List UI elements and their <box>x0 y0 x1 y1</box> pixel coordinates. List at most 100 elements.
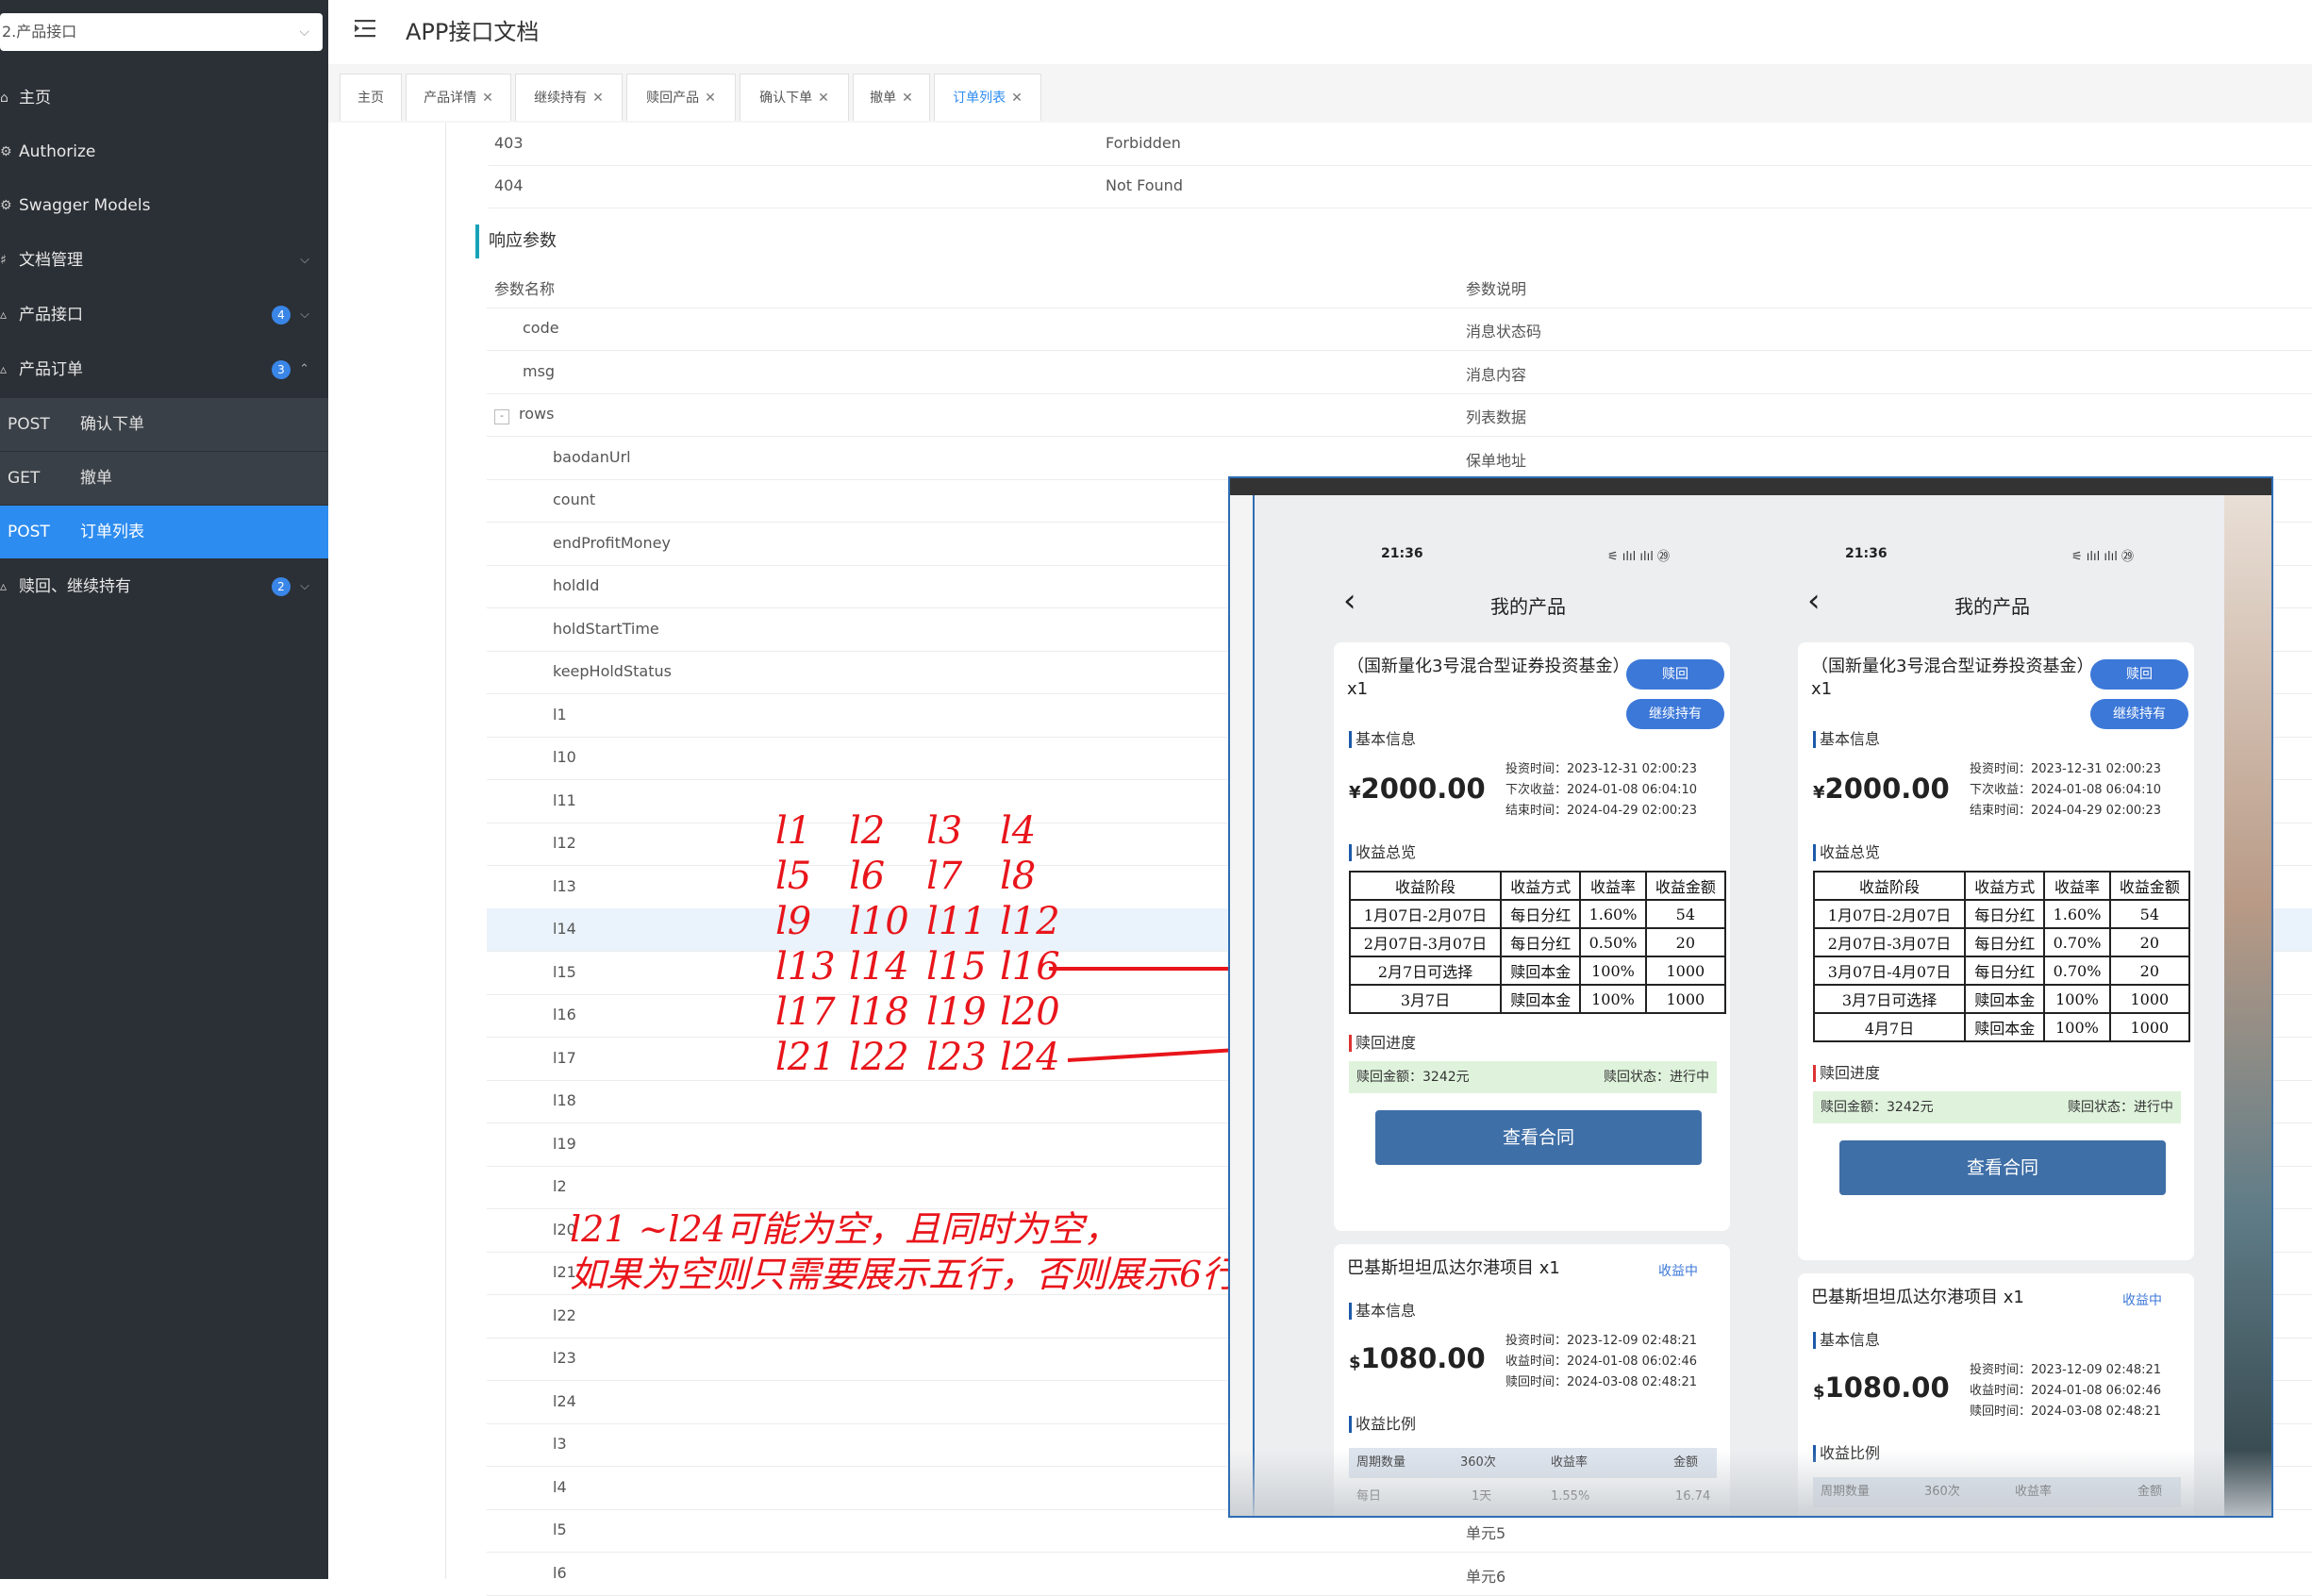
param-name: l17 <box>553 1048 576 1067</box>
tab-order-list[interactable]: 订单列表 ✕ <box>934 74 1041 121</box>
table-cell: 0.50% <box>1579 927 1647 957</box>
collapse-toggle[interactable]: - <box>494 409 509 424</box>
table-header-cell: 收益阶段 <box>1812 871 1967 901</box>
sidebar-subitem-cancel-order[interactable]: GET 撤单 <box>0 452 328 505</box>
annotation-note-line1: l21 ~l24可能为空，且同时为空， <box>570 1208 1120 1250</box>
sidebar-item-swagger-models[interactable]: ⚙ Swagger Models <box>0 179 328 232</box>
sidebar-item-product-api[interactable]: ▵ 产品接口 4 ⌵ <box>0 289 328 341</box>
close-icon[interactable]: ✕ <box>1011 91 1023 106</box>
table-cell: 0.70% <box>2043 956 2111 986</box>
close-icon[interactable]: ✕ <box>818 91 829 106</box>
annotation-label: l14 <box>849 945 909 989</box>
page-title: 我的产品 <box>1490 595 1566 618</box>
table-cell: 20 <box>1644 927 1727 957</box>
param-desc: 保单地址 <box>1466 451 1527 470</box>
keep-hold-button[interactable]: 继续持有 <box>2090 699 2188 729</box>
col-header-desc: 参数说明 <box>1466 280 1527 298</box>
table-cell: 100% <box>2043 1012 2111 1042</box>
overlay-left-strip <box>1230 495 1255 1516</box>
status-time: 21:36 <box>1381 546 1423 561</box>
back-icon[interactable]: ‹ <box>1807 582 1821 620</box>
tab-product-detail[interactable]: 产品详情 ✕ <box>406 74 511 121</box>
sidebar-item-home[interactable]: ⌂ 主页 <box>0 72 328 125</box>
sidebar-item-authorize[interactable]: ⚙ Authorize <box>0 125 328 178</box>
amount: $1080.00 <box>1813 1372 1950 1404</box>
divider <box>445 123 446 1579</box>
status-signal-icons: ⚟ ılıl ılıl ㉙ <box>1607 550 1670 564</box>
param-name: l13 <box>553 876 576 895</box>
section-title: 响应参数 <box>475 224 557 258</box>
param-name: l19 <box>553 1134 576 1153</box>
param-row: msg 消息内容 <box>487 351 2312 394</box>
redeem-button[interactable]: 赎回 <box>2090 659 2188 690</box>
table-header-row: 参数名称 参数说明 <box>487 265 2312 308</box>
param-name: l18 <box>553 1091 576 1109</box>
sidebar-item-redeem-hold[interactable]: ▵ 赎回、继续持有 2 ⌵ <box>0 560 328 613</box>
table-cell: 每日分红 <box>1500 899 1582 929</box>
param-row: baodanUrl 保单地址 <box>487 437 2312 480</box>
close-icon[interactable]: ✕ <box>705 91 716 106</box>
currency-symbol: $ <box>1349 1353 1361 1372</box>
table-cell: 54 <box>1644 899 1727 929</box>
table-cell: 2月07日-3月07日 <box>1812 927 1967 957</box>
folder-icon: ▵ <box>0 362 8 377</box>
currency-symbol: ¥ <box>1813 783 1825 803</box>
table-cell: 1000 <box>1644 956 1727 986</box>
view-contract-button[interactable]: 查看合同 <box>1375 1110 1702 1165</box>
sidebar-item-label: Swagger Models <box>19 196 151 215</box>
sidebar-subitem-confirm-order[interactable]: POST 确认下单 <box>0 398 328 451</box>
redeem-button[interactable]: 赎回 <box>1626 659 1724 690</box>
api-group-select-value: 2.产品接口 <box>2 23 77 41</box>
amount: ¥2000.00 <box>1813 773 1950 805</box>
tab-home[interactable]: 主页 <box>340 74 402 121</box>
param-name: l3 <box>553 1435 567 1453</box>
redeem-status: 赎回状态：进行中 <box>1604 1070 1709 1085</box>
status-code: 404 <box>494 176 524 194</box>
menu-fold-icon[interactable] <box>355 19 375 38</box>
tab-label: 撤单 <box>870 91 897 106</box>
close-icon[interactable]: ✕ <box>482 91 493 106</box>
annotation-label: l22 <box>849 1036 909 1079</box>
tab-keep-hold[interactable]: 继续持有 ✕ <box>515 74 623 121</box>
basic-info-label: 基本信息 <box>1813 1332 1880 1349</box>
close-icon[interactable]: ✕ <box>902 91 913 106</box>
annotation-label: l8 <box>1000 855 1037 898</box>
param-row: code 消息状态码 <box>487 308 2312 351</box>
sidebar-subitem-order-list[interactable]: POST 订单列表 <box>0 506 328 558</box>
tab-redeem-product[interactable]: 赎回产品 ✕ <box>626 74 736 121</box>
annotation-label: l5 <box>775 855 812 898</box>
redeem-progress-label: 赎回进度 <box>1813 1065 1880 1082</box>
amount: ¥2000.00 <box>1349 773 1486 805</box>
sidebar: 2.产品接口 ⌵ ⌂ 主页 ⚙ Authorize ⚙ Swagger Mode… <box>0 0 328 1579</box>
annotation-label: l13 <box>775 945 836 989</box>
view-contract-button[interactable]: 查看合同 <box>1839 1140 2166 1195</box>
folder-icon: ▵ <box>0 579 8 594</box>
annotation-label: l3 <box>926 809 963 853</box>
tab-cancel-order[interactable]: 撤单 ✕ <box>853 74 930 121</box>
sidebar-item-docs[interactable]: ♯ 文档管理 ⌵ <box>0 234 328 287</box>
param-name: l22 <box>553 1305 576 1324</box>
basic-info-label: 基本信息 <box>1349 731 1416 748</box>
product-status: 收益中 <box>2122 1293 2162 1308</box>
tab-confirm-order[interactable]: 确认下单 ✕ <box>740 74 849 121</box>
table-header-cell: 收益金额 <box>2108 871 2191 901</box>
back-icon[interactable]: ‹ <box>1343 582 1356 620</box>
param-name: l14 <box>553 920 576 938</box>
close-icon[interactable]: ✕ <box>592 91 604 106</box>
annotation-label: l10 <box>849 900 909 943</box>
redeem-status: 赎回状态：进行中 <box>2068 1100 2173 1115</box>
api-group-select[interactable]: 2.产品接口 ⌵ <box>0 13 323 51</box>
param-name: keepHoldStatus <box>553 662 672 680</box>
table-header-row: 收益阶段 收益方式 收益率 收益金额 <box>1812 871 2191 901</box>
sidebar-item-product-order[interactable]: ▵ 产品订单 3 ⌃ <box>0 343 328 396</box>
chevron-down-icon: ⌵ <box>300 579 309 593</box>
param-name: code <box>523 319 559 337</box>
product-card: （国新量化3号混合型证券投资基金）x1 赎回 继续持有 基本信息 ¥2000.00 投资时… <box>1334 642 1730 1231</box>
table-header-cell: 收益方式 <box>1964 871 2046 901</box>
table-header-row: 收益阶段 收益方式 收益率 收益金额 <box>1348 871 1727 901</box>
keep-hold-button[interactable]: 继续持有 <box>1626 699 1724 729</box>
gear-icon: ⚙ <box>0 198 12 213</box>
table-row: 3月7日可选择 赎回本金 100% 1000 <box>1812 984 2191 1014</box>
annotation-label: l4 <box>1000 809 1037 853</box>
status-row: 404 Not Found <box>489 165 2312 208</box>
